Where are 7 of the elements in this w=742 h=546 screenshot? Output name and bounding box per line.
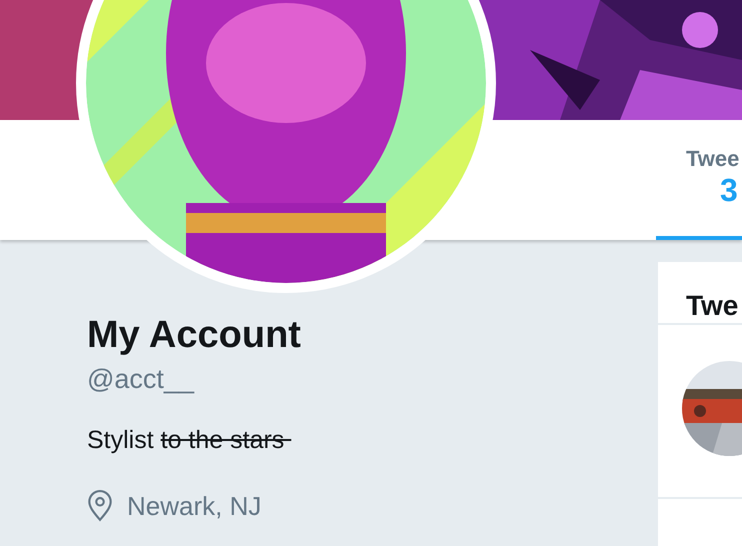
location-text: Newark, NJ [127, 490, 262, 522]
bio-text: Stylist to the stars [87, 425, 286, 456]
profile-handle: @acct__ [87, 363, 194, 396]
tweets-tab[interactable]: Twee 3 [656, 120, 742, 240]
profile-name: My Account [87, 313, 301, 358]
location-pin-icon [87, 490, 113, 522]
timeline-heading: Twe [658, 262, 742, 325]
